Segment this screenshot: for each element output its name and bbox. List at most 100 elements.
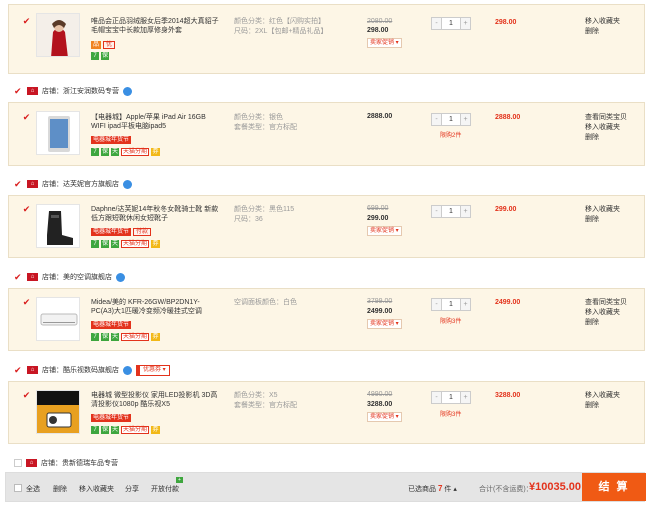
quantity-input[interactable]: 1 (441, 392, 461, 403)
shop-name[interactable]: 酷乐视数码旗舰店 (63, 365, 119, 375)
guarantee-icon: 保 (101, 426, 109, 434)
select-all-label[interactable]: 全选 (26, 484, 40, 494)
product-title[interactable]: Midea/美的 KFR-26GW/BP2DN1Y-PC(A3)大1匹暖冷变频冷… (91, 298, 219, 316)
shop-label: 店铺： (41, 460, 62, 467)
plus-button[interactable]: + (461, 299, 470, 310)
item-total: 2888.00 (495, 114, 521, 121)
checkout-button[interactable]: 结 算 (582, 473, 646, 501)
promo-tags: 电器城年货节 付款 (91, 228, 152, 236)
unit-price: 2499.00 (367, 308, 393, 315)
quantity-input[interactable]: 1 (441, 18, 461, 29)
festival-tag: 电器城年货节 (91, 228, 132, 236)
delete-link[interactable]: 删除 (585, 401, 620, 411)
festival-tag: 电器城年货节 (91, 414, 132, 422)
minus-button[interactable]: - (432, 114, 441, 125)
purchase-limit: 限购2件 (440, 133, 462, 139)
move-to-favorites-link[interactable]: 移入收藏夹 (585, 205, 620, 215)
attr-color: 颜色分类：红色【闪购实拍】 (234, 18, 325, 25)
move-to-favorites-link[interactable]: 移入收藏夹 (585, 17, 620, 27)
seller-promo-dropdown[interactable]: 卖家促销 ▾ (367, 226, 402, 236)
product-title[interactable]: 【电器城】Apple/苹果 iPad Air 16GB WIFI ipad平板电… (91, 113, 219, 131)
shop-checkbox[interactable]: ✔ (14, 365, 23, 375)
checkout-bar: 全选 删除 移入收藏夹 分享 开放付款 + 已选商品 7 件 ▴ 合计(不含运费… (5, 472, 646, 502)
item-checkbox[interactable]: ✔ (22, 205, 31, 214)
delete-link[interactable]: 删除 (585, 133, 627, 143)
product-image[interactable] (36, 13, 80, 57)
quantity-input[interactable]: 1 (441, 114, 461, 125)
product-title[interactable]: 唯品会正品羽绒服女后季2014超大真貂子毛帽宝宝中长款加厚修身外套 (91, 17, 219, 35)
original-price: 4990.00 (367, 391, 393, 398)
shop-name[interactable]: 美的空调旗舰店 (63, 272, 112, 282)
product-image[interactable] (36, 111, 80, 155)
plus-button[interactable]: + (461, 18, 470, 29)
coupon-dropdown[interactable]: 优惠券 ▾ (136, 364, 170, 376)
item-checkbox[interactable]: ✔ (22, 298, 31, 307)
shop-icon: ⌂ (26, 459, 37, 467)
item-checkbox[interactable]: ✔ (22, 391, 31, 400)
minus-button[interactable]: - (432, 392, 441, 403)
plus-button[interactable]: + (461, 114, 470, 125)
view-similar-link[interactable]: 查看同类宝贝 (585, 113, 627, 123)
chat-icon[interactable] (116, 272, 125, 282)
chat-icon[interactable] (123, 179, 132, 189)
shop-checkbox[interactable] (14, 459, 22, 467)
move-to-favorites-link[interactable]: 移入收藏夹 (585, 123, 627, 133)
move-to-favorites-button[interactable]: 移入收藏夹 (79, 484, 114, 494)
quantity-input[interactable]: 1 (441, 206, 461, 217)
chat-icon[interactable] (123, 86, 132, 96)
minus-button[interactable]: - (432, 18, 441, 29)
minus-button[interactable]: - (432, 299, 441, 310)
shop-checkbox[interactable]: ✔ (14, 272, 23, 282)
seller-promo-dropdown[interactable]: 卖家促销 ▾ (367, 412, 402, 422)
product-image[interactable] (36, 204, 80, 248)
shop-name[interactable]: 浙江安润数码专营 (63, 86, 119, 96)
view-similar-link[interactable]: 查看同类宝贝 (585, 298, 627, 308)
quantity-stepper[interactable]: - 1 + (431, 205, 471, 218)
quantity-stepper[interactable]: - 1 + (431, 17, 471, 30)
product-title[interactable]: 电器城 微型投影仪 家用LED投影机 3D高清投影仪1080p 酷乐视X5 (91, 391, 219, 409)
shop-checkbox[interactable]: ✔ (14, 86, 23, 96)
seven-day-return-icon: 7 (91, 240, 99, 248)
select-all-checkbox[interactable] (14, 484, 22, 492)
plus-button[interactable]: + (461, 206, 470, 217)
delete-selected-button[interactable]: 删除 (53, 484, 67, 494)
unit-price: 298.00 (367, 27, 389, 34)
product-image[interactable] (36, 390, 80, 434)
attr-color: 颜色分类：X5 (234, 392, 278, 399)
delete-link[interactable]: 删除 (585, 215, 620, 225)
chat-icon[interactable] (123, 365, 132, 375)
product-image[interactable] (36, 297, 80, 341)
service-icons: 7 保 天 天猫分期 券 (91, 240, 161, 248)
quantity-stepper[interactable]: - 1 + (431, 298, 471, 311)
item-checkbox[interactable]: ✔ (22, 113, 31, 122)
quantity-stepper[interactable]: - 1 + (431, 391, 471, 404)
attr-panel-color: 空调面板颜色：白色 (234, 299, 297, 306)
item-checkbox[interactable]: ✔ (22, 17, 31, 26)
move-to-favorites-link[interactable]: 移入收藏夹 (585, 391, 620, 401)
product-title[interactable]: Daphne/达芙妮14年秋冬女靴骑士靴 新款低方跟短靴休闲女短靴子 (91, 205, 219, 223)
shop-name[interactable]: 贵新德瑞车品专营 (62, 458, 118, 468)
delete-link[interactable]: 删除 (585, 27, 620, 37)
share-button[interactable]: 分享 (125, 484, 139, 494)
coupon-icon: 券 (151, 426, 161, 434)
quantity-stepper[interactable]: - 1 + (431, 113, 471, 126)
open-payment-button[interactable]: 开放付款 (151, 484, 179, 494)
shop-name[interactable]: 达芙妮官方旗舰店 (63, 179, 119, 189)
attr-color: 颜色分类：黑色115 (234, 206, 295, 213)
minus-button[interactable]: - (432, 206, 441, 217)
plus-button[interactable]: + (461, 392, 470, 403)
quantity-input[interactable]: 1 (441, 299, 461, 310)
service-icons: 7 保 天 天猫分期 券 (91, 148, 161, 156)
chevron-up-icon[interactable]: ▴ (453, 486, 457, 493)
delete-link[interactable]: 删除 (585, 318, 627, 328)
unit-price: 3288.00 (367, 401, 393, 408)
shop-icon: ⌂ (27, 273, 38, 281)
attr-size: 尺码：36 (234, 216, 263, 223)
shop-checkbox[interactable]: ✔ (14, 179, 23, 189)
installment-icon: 天猫分期 (121, 240, 150, 248)
item-ops: 移入收藏夹 删除 (585, 17, 620, 37)
seller-promo-dropdown[interactable]: 卖家促销 ▾ (367, 38, 402, 48)
cart-item: ✔ Daphne/达芙妮14年秋冬女靴骑士靴 新款低方跟短靴休闲女短靴子 电器城… (8, 195, 645, 258)
seller-promo-dropdown[interactable]: 卖家促销 ▾ (367, 319, 402, 329)
move-to-favorites-link[interactable]: 移入收藏夹 (585, 308, 627, 318)
